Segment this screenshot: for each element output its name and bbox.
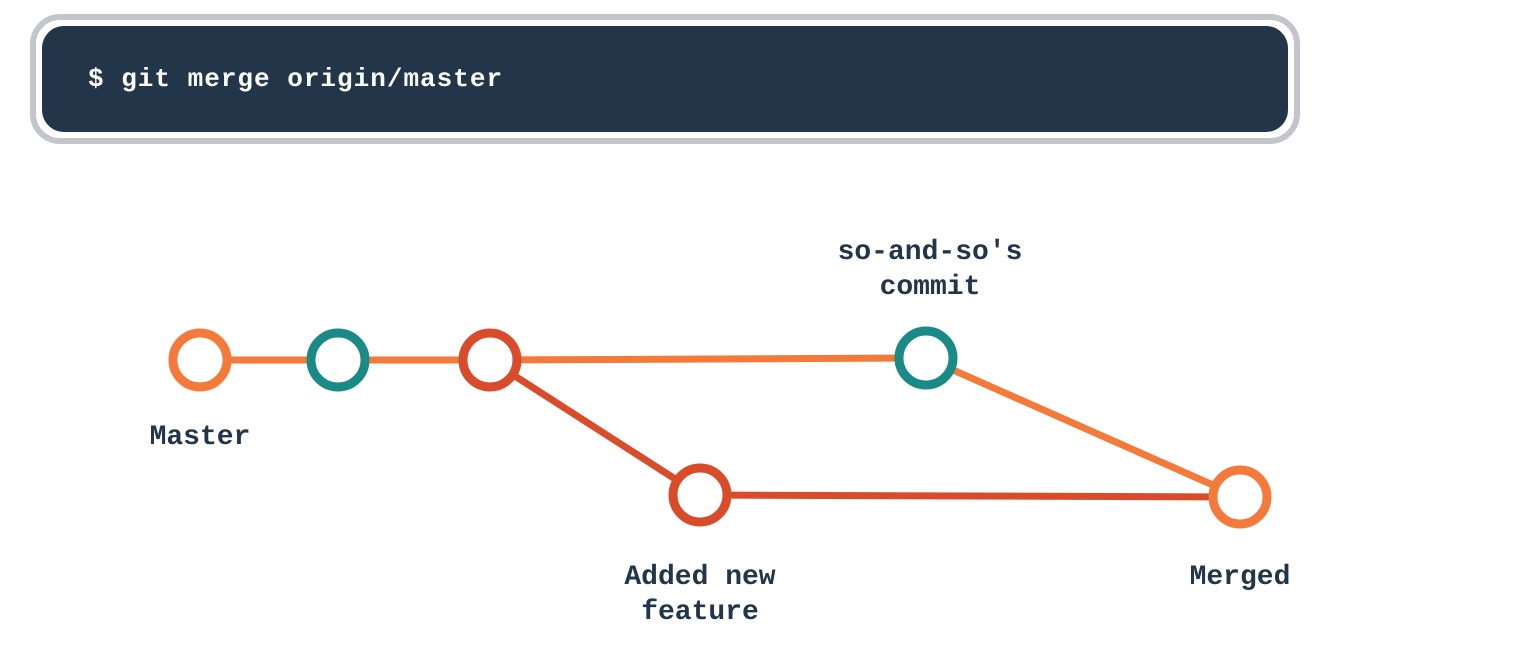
graph-edge	[926, 358, 1240, 497]
commit-node	[311, 333, 365, 387]
commit-node	[673, 468, 727, 522]
label-merged: Merged	[1100, 560, 1380, 595]
label-soandso-commit: so-and-so's commit	[780, 235, 1080, 305]
graph-edge	[490, 358, 926, 360]
graph-edge	[490, 360, 700, 495]
commit-node	[173, 333, 227, 387]
commit-node	[1213, 470, 1267, 524]
commit-node	[463, 333, 517, 387]
graph-edge	[700, 495, 1240, 497]
commit-node	[899, 331, 953, 385]
label-added-feature: Added new feature	[560, 560, 840, 630]
label-master: Master	[90, 420, 310, 455]
